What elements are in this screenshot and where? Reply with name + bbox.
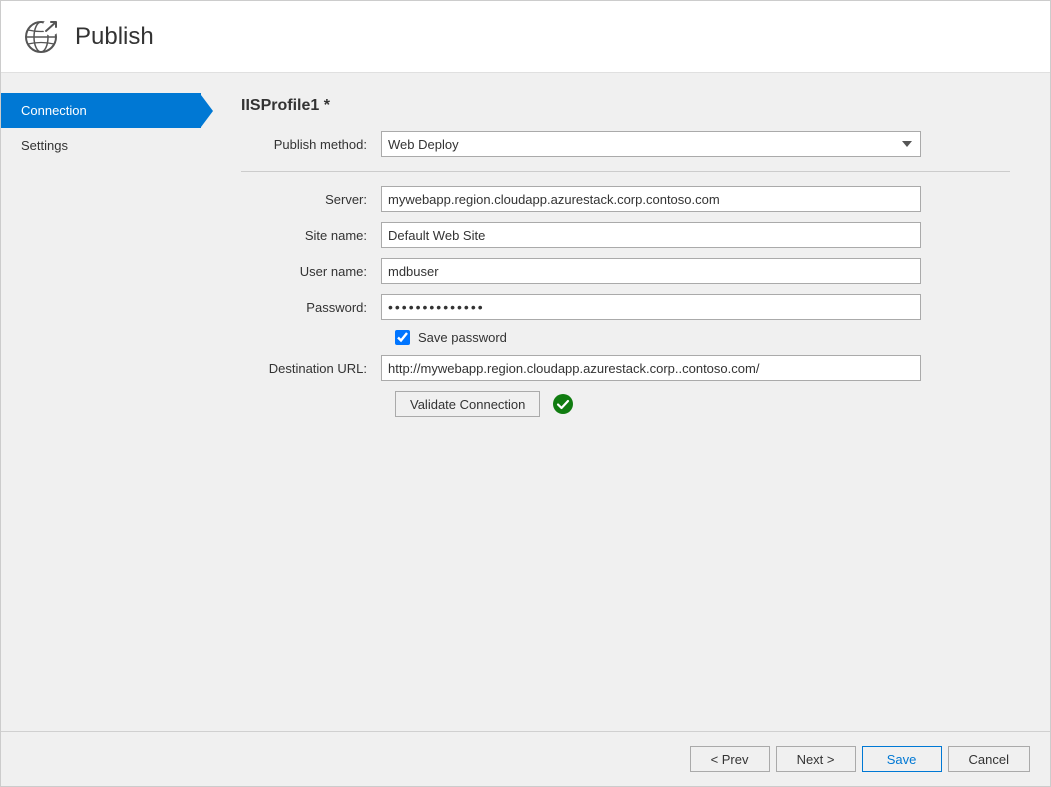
user-name-input[interactable] <box>381 258 921 284</box>
footer: < Prev Next > Save Cancel <box>1 731 1050 786</box>
next-button[interactable]: Next > <box>776 746 856 772</box>
sidebar-item-connection[interactable]: Connection <box>1 93 201 128</box>
sidebar: Connection Settings <box>1 73 201 731</box>
form-container: IISProfile1 * Publish method: Web Deploy… <box>241 97 1010 711</box>
publish-method-row: Publish method: Web Deploy FTP File Syst… <box>241 131 1010 157</box>
profile-title: IISProfile1 * <box>241 97 1010 115</box>
header: Publish <box>1 1 1050 73</box>
cancel-button[interactable]: Cancel <box>948 746 1030 772</box>
publish-method-select[interactable]: Web Deploy FTP File System <box>381 131 921 157</box>
destination-url-input[interactable] <box>381 355 921 381</box>
password-label: Password: <box>241 300 381 315</box>
save-password-checkbox[interactable] <box>395 330 410 345</box>
password-row: Password: <box>241 294 1010 320</box>
save-password-label[interactable]: Save password <box>418 330 507 345</box>
site-name-input[interactable] <box>381 222 921 248</box>
save-button[interactable]: Save <box>862 746 942 772</box>
server-label: Server: <box>241 192 381 207</box>
server-row: Server: <box>241 186 1010 212</box>
content-area: IISProfile1 * Publish method: Web Deploy… <box>201 73 1050 731</box>
page-title: Publish <box>75 23 154 51</box>
validate-connection-button[interactable]: Validate Connection <box>395 391 540 417</box>
site-name-label: Site name: <box>241 228 381 243</box>
divider <box>241 171 1010 172</box>
server-input[interactable] <box>381 186 921 212</box>
user-name-label: User name: <box>241 264 381 279</box>
body: Connection Settings IISProfile1 * Publis… <box>1 73 1050 731</box>
destination-url-label: Destination URL: <box>241 361 381 376</box>
validation-success-icon <box>552 393 574 415</box>
validate-row: Validate Connection <box>395 391 1010 417</box>
password-input[interactable] <box>381 294 921 320</box>
publish-globe-icon <box>21 17 61 57</box>
publish-dialog: Publish Connection Settings IISProfile1 … <box>0 0 1051 787</box>
destination-url-row: Destination URL: <box>241 355 1010 381</box>
site-name-row: Site name: <box>241 222 1010 248</box>
save-password-row: Save password <box>395 330 1010 345</box>
prev-button[interactable]: < Prev <box>690 746 770 772</box>
publish-method-label: Publish method: <box>241 137 381 152</box>
sidebar-item-settings[interactable]: Settings <box>1 128 201 163</box>
user-name-row: User name: <box>241 258 1010 284</box>
